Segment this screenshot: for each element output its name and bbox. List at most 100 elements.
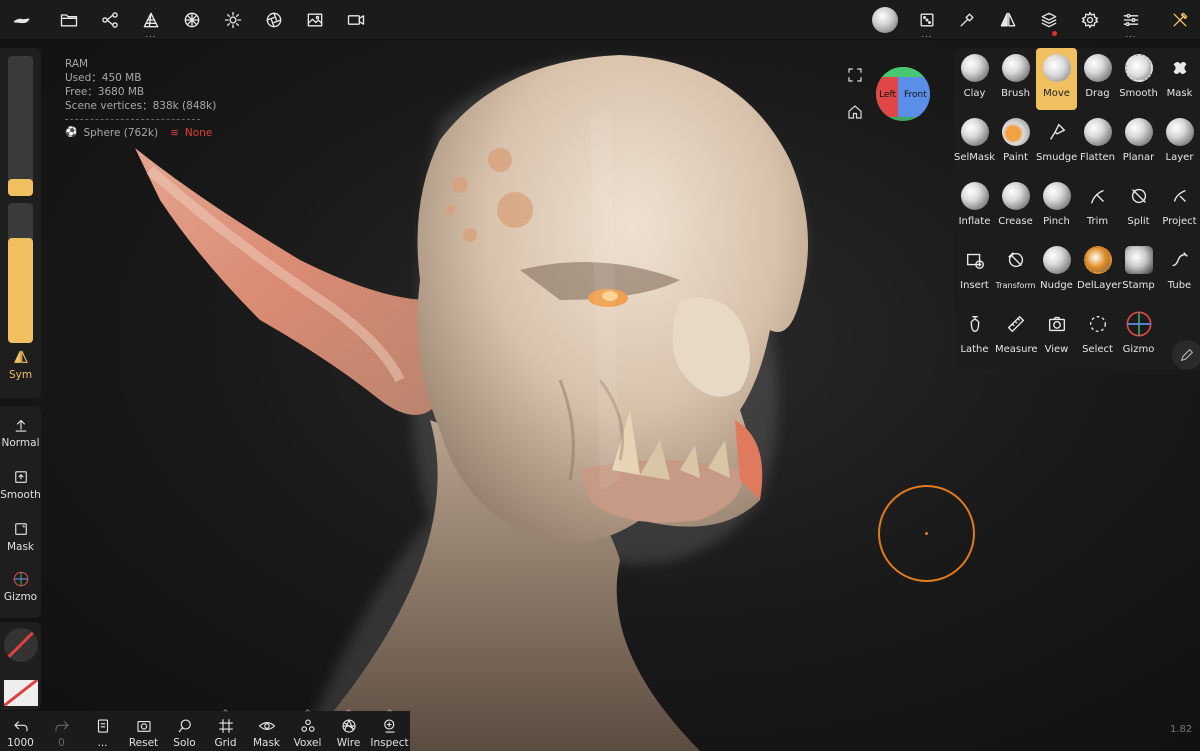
view-cube-front-label: Front — [904, 90, 927, 100]
color-swatch[interactable] — [4, 680, 38, 706]
ram-label: RAM — [65, 58, 89, 70]
dice-icon[interactable]: ... — [912, 6, 942, 39]
transform-icon — [1002, 246, 1030, 274]
undo-button[interactable]: 1000 — [0, 711, 41, 751]
tool-label: Mask — [1166, 88, 1193, 99]
fullscreen-icon[interactable] — [846, 66, 864, 88]
tool-layer[interactable]: Layer — [1159, 112, 1200, 174]
paint-icon — [1001, 118, 1030, 146]
tool-label: Drag — [1085, 88, 1110, 99]
tool-clay[interactable]: Clay — [954, 48, 995, 110]
tool-trim[interactable]: Trim — [1077, 176, 1118, 238]
symmetry-toggle[interactable]: Sym — [0, 348, 41, 381]
tool-brush[interactable]: Brush — [995, 48, 1036, 110]
tool-label: Gizmo — [1122, 344, 1155, 355]
tool-tube[interactable]: Tube — [1159, 240, 1200, 302]
nudge-icon — [1042, 246, 1071, 274]
voxel-button[interactable]: ^ Voxel — [287, 709, 328, 751]
tool-label: Stamp — [1122, 280, 1155, 291]
tool-select[interactable]: Select — [1077, 304, 1118, 366]
folder-icon[interactable] — [54, 6, 84, 34]
tool-label: Flatten — [1080, 152, 1115, 163]
tool-nudge[interactable]: Nudge — [1036, 240, 1077, 302]
tool-measure[interactable]: Measure — [995, 304, 1038, 366]
tool-stamp[interactable]: Stamp — [1118, 240, 1159, 302]
video-icon[interactable] — [341, 6, 371, 34]
wireframe-button[interactable]: ^ Wire — [328, 709, 369, 751]
history-button[interactable]: ... — [82, 711, 123, 751]
slider-panel: Sym — [0, 48, 41, 398]
smooth-label: Smooth — [0, 489, 41, 501]
layer-icon: ≋ — [170, 127, 179, 139]
tool-lathe[interactable]: Lathe — [954, 304, 995, 366]
stroke-modes-panel: Normal Smooth Mask Gizmo — [0, 406, 41, 618]
gear-icon[interactable] — [1075, 6, 1105, 34]
tool-mask[interactable]: Mask — [1159, 48, 1200, 110]
tool-label: Smudge — [1036, 152, 1078, 163]
topology-icon[interactable]: ... — [136, 6, 166, 39]
smooth-mode-button[interactable]: Smooth — [0, 468, 41, 501]
mask-mode-button[interactable]: Mask — [0, 520, 41, 553]
home-icon[interactable] — [846, 103, 864, 125]
pencil-icon[interactable] — [1172, 340, 1200, 370]
tool-split[interactable]: Split — [1118, 176, 1159, 238]
mask-visibility-button[interactable]: Mask — [246, 711, 287, 751]
grid-button[interactable]: ^ Grid — [205, 709, 246, 751]
version-label: 1.82 — [1170, 724, 1193, 735]
tool-label: Inflate — [958, 216, 991, 227]
view-cube[interactable]: Left Front — [876, 67, 930, 121]
material-swatch[interactable] — [4, 628, 38, 662]
tools-icon[interactable] — [1165, 6, 1195, 34]
matcap-icon[interactable] — [870, 6, 900, 34]
project-icon — [1166, 182, 1194, 210]
tool-transform[interactable]: Transform — [995, 240, 1036, 302]
tool-gizmo[interactable]: Gizmo — [1118, 304, 1159, 366]
layers-icon[interactable] — [1034, 6, 1064, 36]
clay-icon — [960, 54, 989, 82]
solo-button[interactable]: Solo — [164, 711, 205, 751]
tool-project[interactable]: Project — [1159, 176, 1200, 238]
aperture-icon[interactable] — [259, 6, 289, 34]
hammer-icon[interactable] — [952, 6, 982, 34]
tool-drag[interactable]: Drag — [1077, 48, 1118, 110]
gizmo-mode-button[interactable]: Gizmo — [0, 570, 41, 603]
redo-button[interactable]: 0 — [41, 711, 82, 751]
tool-smooth[interactable]: Smooth — [1118, 48, 1159, 110]
tool-flatten[interactable]: Flatten — [1077, 112, 1118, 174]
image-icon[interactable] — [300, 6, 330, 34]
tool-selmask[interactable]: SelMask — [954, 112, 995, 174]
scene-graph-icon[interactable] — [95, 6, 125, 34]
light-icon[interactable] — [218, 6, 248, 34]
tool-view[interactable]: View — [1036, 304, 1077, 366]
tool-label: Lathe — [960, 344, 989, 355]
tool-paint[interactable]: Paint — [995, 112, 1036, 174]
intensity-slider[interactable] — [8, 203, 33, 343]
tool-move[interactable]: Move — [1036, 48, 1077, 110]
tool-dellayer[interactable]: DelLayer — [1077, 240, 1122, 302]
normal-mode-button[interactable]: Normal — [0, 416, 41, 449]
tool-insert[interactable]: Insert — [954, 240, 995, 302]
tool-planar[interactable]: Planar — [1118, 112, 1159, 174]
logo-icon[interactable] — [7, 6, 37, 34]
tool-smudge[interactable]: Smudge — [1036, 112, 1077, 174]
planar-icon — [1124, 118, 1153, 146]
layer-status[interactable]: None — [185, 126, 212, 140]
smooth-icon — [1124, 54, 1153, 82]
tool-label: Brush — [1001, 88, 1030, 99]
inflate-icon — [960, 182, 989, 210]
material-sphere-icon[interactable] — [177, 6, 207, 34]
reset-button[interactable]: Reset — [123, 711, 164, 751]
mesh-name[interactable]: Sphere (762k) — [83, 126, 158, 140]
sliders-icon[interactable]: ... — [1116, 6, 1146, 39]
divider — [65, 119, 200, 120]
tool-inflate[interactable]: Inflate — [954, 176, 995, 238]
tool-label: SelMask — [954, 152, 996, 163]
radius-slider[interactable] — [8, 56, 33, 196]
inspect-button[interactable]: ^ Inspect — [369, 709, 410, 751]
sym-label: Sym — [8, 369, 33, 381]
tool-crease[interactable]: Crease — [995, 176, 1036, 238]
symmetry-icon[interactable] — [993, 6, 1023, 34]
tool-pinch[interactable]: Pinch — [1036, 176, 1077, 238]
drag-icon — [1083, 54, 1112, 82]
move-icon — [1042, 54, 1071, 82]
